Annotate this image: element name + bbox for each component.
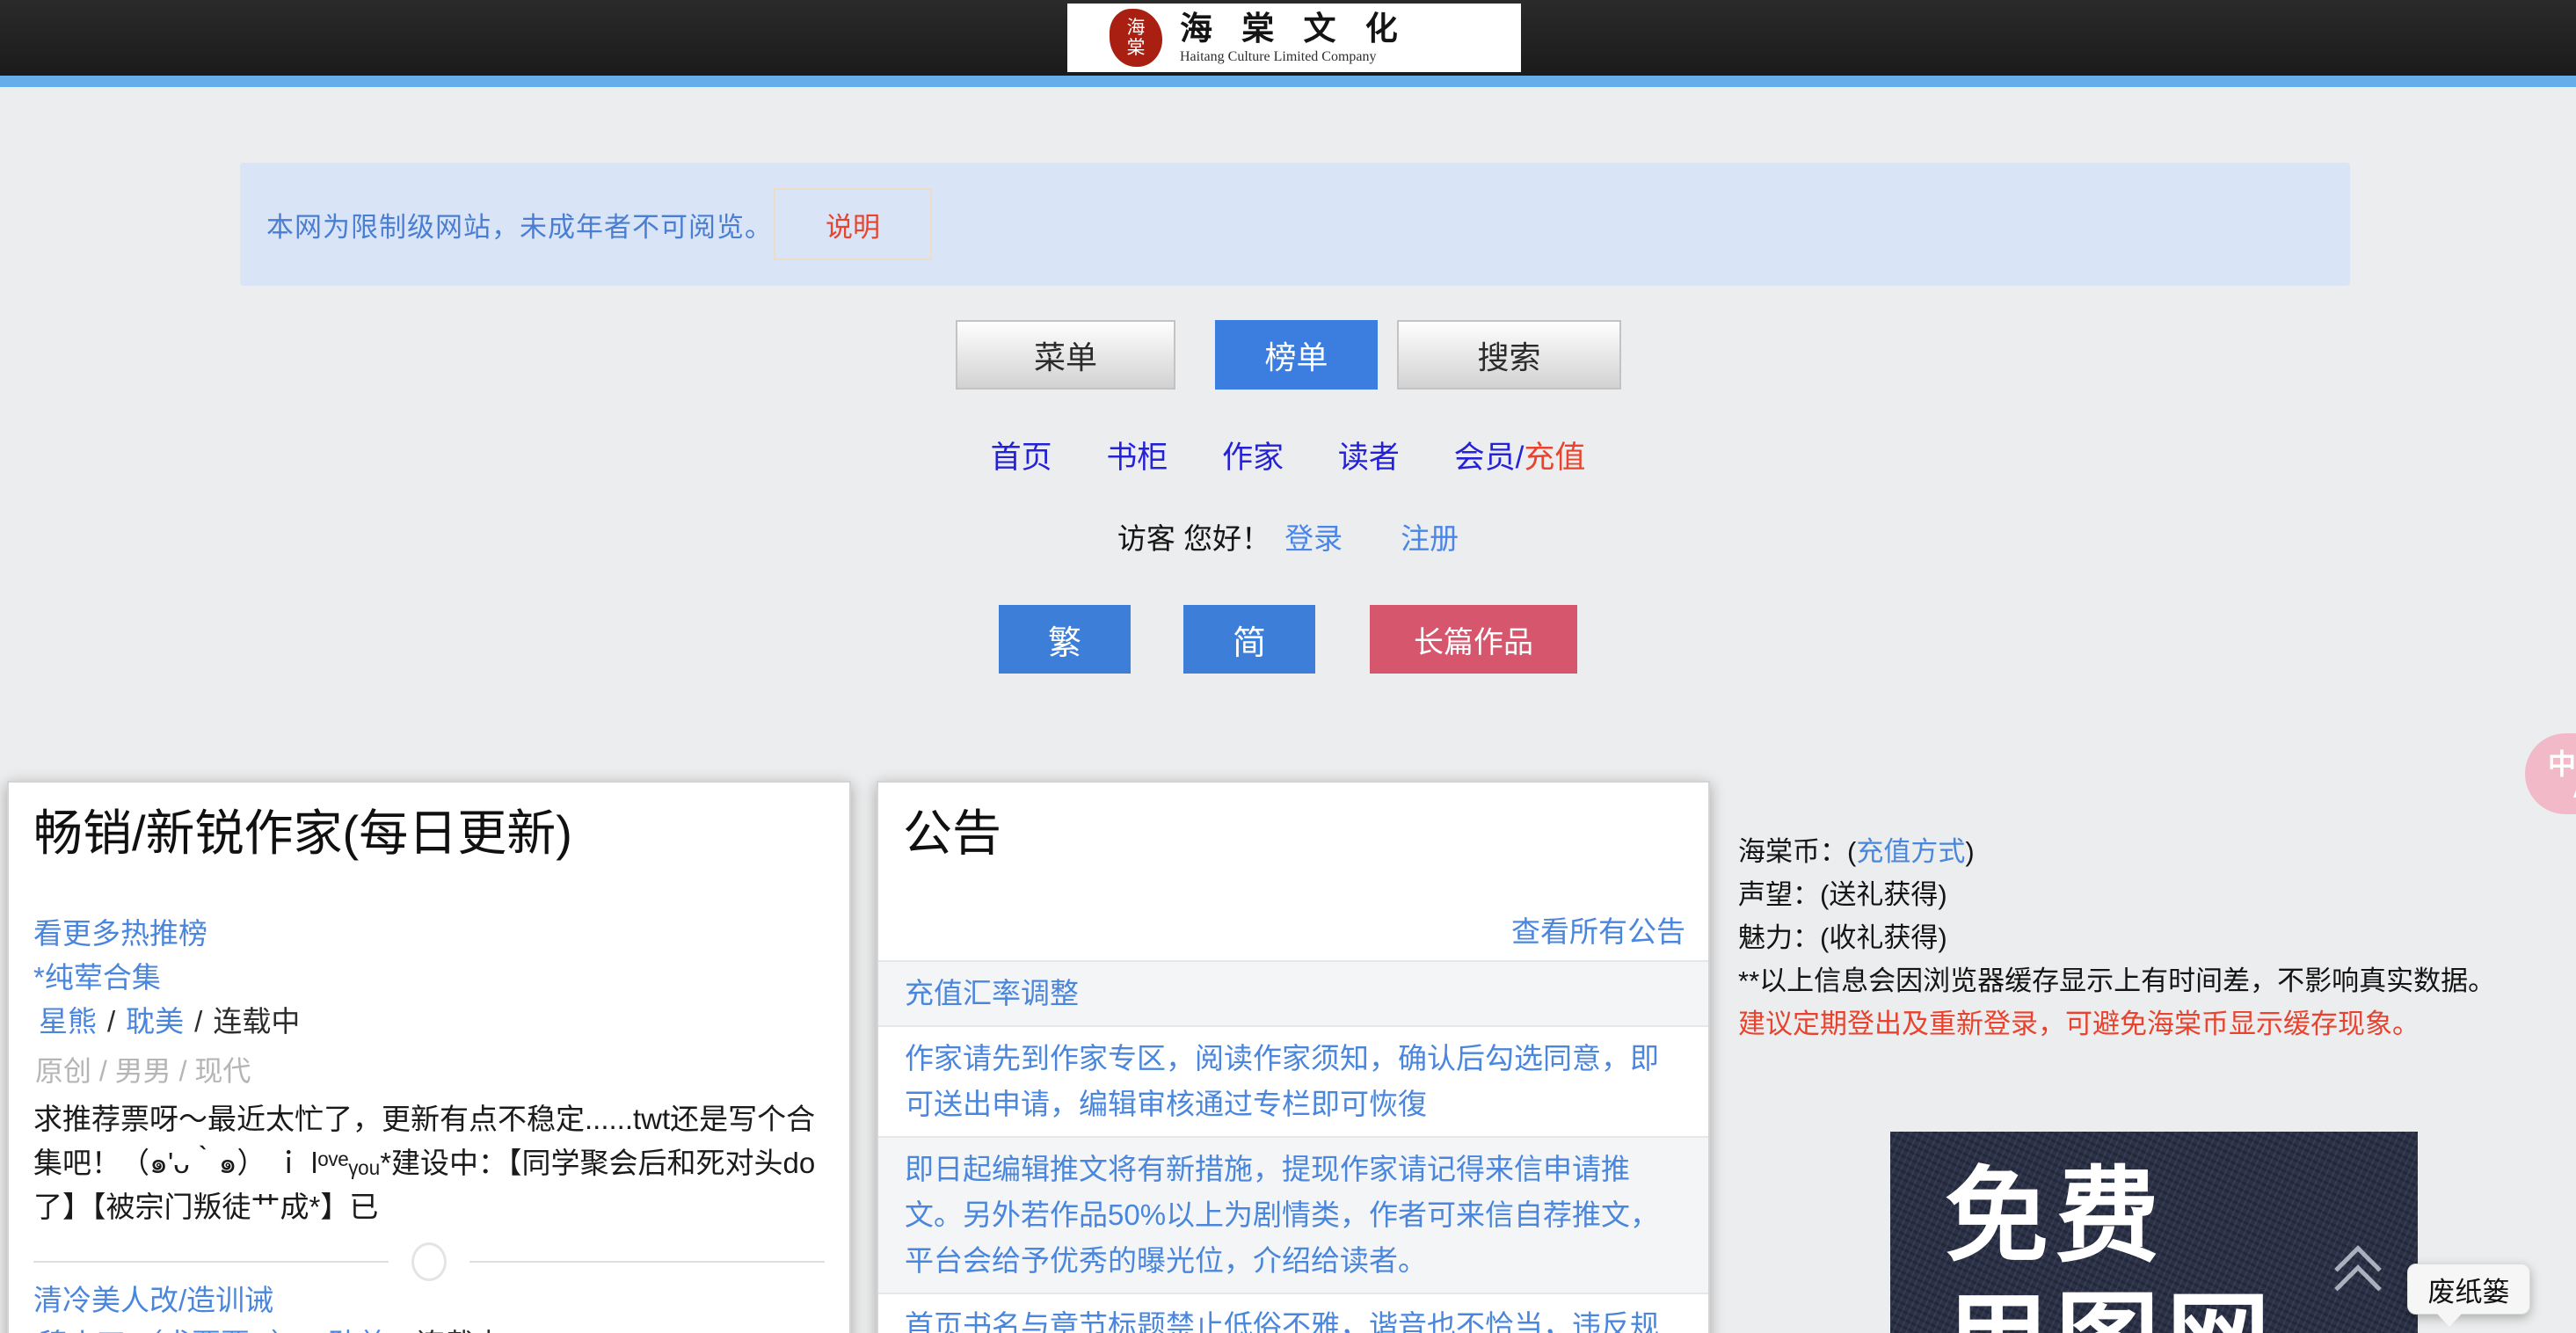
bestsellers-title: 畅销/新锐作家(每日更新)	[33, 805, 825, 862]
long-works-button[interactable]: 长篇作品	[1370, 605, 1577, 674]
top-header-bar: 海 棠 海 棠 文 化 Haitang Culture Limited Comp…	[0, 0, 2576, 76]
reputation-line: 声望：(送礼获得)	[1738, 873, 2529, 916]
notice-explain-link[interactable]: 说明	[774, 188, 932, 260]
divider-line	[33, 1261, 389, 1263]
announcement-row[interactable]: 首页书名与章节标题禁止低俗不雅，谐音也不恰当，违反规则	[878, 1293, 1708, 1333]
notice-text: 本网为限制级网站，未成年者不可阅览。	[266, 163, 773, 286]
meta-separator: /	[310, 1328, 318, 1333]
book-tags: 原创 / 男男 / 现代	[35, 1053, 825, 1089]
greeting-text: 访客 您好！	[1117, 522, 1270, 555]
nav-slash: /	[1516, 441, 1524, 475]
item-divider	[33, 1242, 825, 1282]
more-rankings-link[interactable]: 看更多热推榜	[33, 916, 825, 951]
meta-separator: /	[107, 1005, 115, 1038]
book-title-link[interactable]: 清冷美人改/造训诫	[33, 1282, 825, 1319]
translate-button[interactable]: 中 A	[2525, 733, 2576, 814]
scroll-to-top-button[interactable]	[2332, 1252, 2384, 1333]
book-status: 连载中	[416, 1328, 503, 1333]
meta-separator: /	[397, 1328, 405, 1333]
book-genre-link[interactable]: 耽美	[126, 1005, 184, 1038]
cache-note: **以上信息会因浏览器缓存显示上有时间差，不影响真实数据。	[1738, 959, 2529, 1002]
register-link[interactable]: 注册	[1401, 522, 1459, 555]
book-title-link[interactable]: *纯荤合集	[33, 960, 825, 995]
logo-title: 海 棠 文 化	[1180, 11, 1408, 48]
login-link[interactable]: 登录	[1284, 522, 1343, 555]
coin-label: 海棠币：(	[1738, 836, 1856, 867]
announcements-card: 公告 查看所有公告 充值汇率调整 作家请先到作家专区，阅读作家须知，确认后勾选同…	[877, 781, 1710, 1333]
translate-icon-latin: A	[2572, 768, 2576, 806]
book-status: 连载中	[213, 1005, 300, 1038]
tooltip-pointer	[2436, 1313, 2463, 1327]
haitang-seal-icon: 海 棠	[1110, 9, 1162, 67]
divider-line	[469, 1261, 825, 1263]
bestsellers-card: 畅销/新锐作家(每日更新) 看更多热推榜 *纯荤合集 星熊 / 耽美 / 连载中 原创 …	[7, 781, 851, 1333]
announcement-row[interactable]: 作家请先到作家专区，阅读作家须知，确认后勾选同意，即可送出申请，编辑审核通过专栏…	[878, 1025, 1708, 1136]
coin-line: 海棠币：(充值方式)	[1738, 830, 2529, 873]
coin-label-close: )	[1965, 836, 1974, 867]
nav-member[interactable]: 会员	[1454, 441, 1516, 475]
main-nav: 首页 书柜 作家 读者 会员/充值	[0, 433, 2576, 477]
accent-divider	[0, 76, 2576, 87]
seal-char-1: 海	[1127, 18, 1146, 38]
nav-writers[interactable]: 作家	[1222, 441, 1284, 475]
announcements-title: 公告	[903, 805, 1684, 862]
book-meta-line: 穆小刀 （求票票w） / 耽美 / 连载中	[39, 1326, 825, 1333]
search-button[interactable]: 搜索	[1397, 320, 1621, 390]
meta-separator: /	[194, 1005, 202, 1038]
book-meta-line: 星熊 / 耽美 / 连载中	[39, 1004, 825, 1039]
relogin-advice: 建议定期登出及重新登录，可避免海棠币显示缓存现象。	[1738, 1002, 2529, 1045]
announcement-row[interactable]: 充值汇率调整	[878, 960, 1708, 1025]
book-genre-link[interactable]: 耽美	[329, 1328, 387, 1333]
nav-member-recharge: 会员/充值	[1454, 441, 1586, 475]
age-restriction-notice: 本网为限制级网站，未成年者不可阅览。 说明	[240, 163, 2350, 286]
nav-recharge[interactable]: 充值	[1524, 441, 1585, 475]
simplified-chinese-button[interactable]: 简	[1183, 605, 1315, 674]
nav-readers[interactable]: 读者	[1338, 441, 1400, 475]
visitor-greeting: 访客 您好！ 登录 注册	[0, 515, 2576, 557]
ranking-button[interactable]: 榜单	[1215, 320, 1378, 390]
divider-circle-icon	[411, 1242, 447, 1281]
book-author-link[interactable]: 穆小刀 （求票票w）	[39, 1328, 300, 1333]
charm-line: 魅力：(收礼获得)	[1738, 916, 2529, 959]
logo-subtitle: Haitang Culture Limited Company	[1180, 49, 1408, 65]
view-all-announcements-link[interactable]: 查看所有公告	[878, 914, 1685, 950]
recharge-method-link[interactable]: 充值方式	[1856, 836, 1965, 867]
site-logo[interactable]: 海 棠 海 棠 文 化 Haitang Culture Limited Comp…	[1067, 4, 1521, 72]
seal-char-2: 棠	[1127, 38, 1146, 58]
wallet-info-panel: 海棠币：(充值方式) 声望：(送礼获得) 魅力：(收礼获得) **以上信息会因浏…	[1738, 830, 2529, 1045]
logo-text: 海 棠 文 化 Haitang Culture Limited Company	[1180, 11, 1408, 65]
book-description: 求推荐票呀～最近太忙了，更新有点不稳定......twt还是写个合集吧！（๑'ᴗ…	[33, 1097, 826, 1229]
menu-button[interactable]: 菜单	[956, 320, 1175, 390]
book-author-link[interactable]: 星熊	[39, 1005, 97, 1038]
trash-tooltip: 废纸篓	[2407, 1264, 2530, 1315]
nav-bookshelf[interactable]: 书柜	[1106, 441, 1168, 475]
traditional-chinese-button[interactable]: 繁	[999, 605, 1131, 674]
announcement-row[interactable]: 即日起编辑推文将有新措施，提现作家请记得来信申请推文。另外若作品50%以上为剧情…	[878, 1136, 1708, 1293]
nav-home[interactable]: 首页	[991, 441, 1052, 475]
page: 海 棠 海 棠 文 化 Haitang Culture Limited Comp…	[0, 0, 2576, 1333]
